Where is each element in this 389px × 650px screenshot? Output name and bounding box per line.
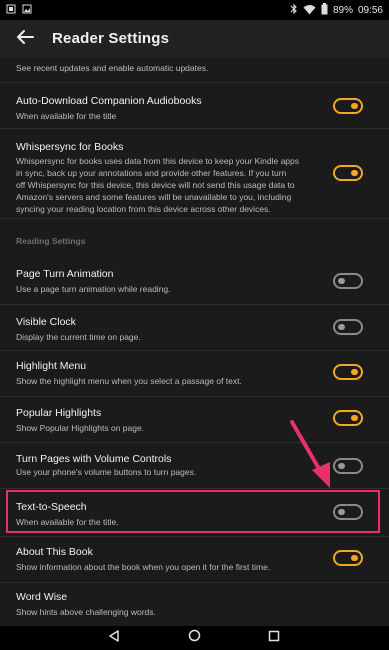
toggle-knob xyxy=(351,170,358,176)
setting-auto-download-audiobooks[interactable]: Auto-Download Companion Audiobooks When … xyxy=(0,82,389,126)
description-line: syncing your reading location from this … xyxy=(16,204,271,214)
setting-description: Show hints above challenging words. xyxy=(16,607,156,617)
whispersync-toggle[interactable] xyxy=(333,165,363,181)
wifi-icon xyxy=(303,4,316,18)
setting-word-wise[interactable]: Word Wise Show hints above challenging w… xyxy=(0,582,389,626)
setting-title: Visible Clock xyxy=(16,316,76,328)
setting-description: Show Popular Highlights on page. xyxy=(16,423,145,433)
setting-description: When available for the title xyxy=(16,111,117,121)
setting-description: Display the current time on page. xyxy=(16,332,141,342)
setting-page-turn-animation[interactable]: Page Turn Animation Use a page turn anim… xyxy=(0,260,389,304)
notification-box-icon xyxy=(6,4,16,17)
setting-description: Use a page turn animation while reading. xyxy=(16,284,171,294)
annotation-arrow-icon xyxy=(286,418,336,495)
arrow-left-icon xyxy=(16,29,34,50)
bluetooth-icon xyxy=(290,3,298,18)
toggle-knob xyxy=(338,324,345,330)
battery-percent: 89% xyxy=(332,5,353,16)
about-this-book-toggle[interactable] xyxy=(333,550,363,566)
battery-icon xyxy=(321,3,328,18)
triangle-back-icon xyxy=(108,629,120,647)
popular-highlights-toggle[interactable] xyxy=(333,410,363,426)
page-title: Reader Settings xyxy=(52,30,170,47)
toggle-knob xyxy=(351,555,358,561)
back-button[interactable] xyxy=(12,26,38,52)
visible-clock-toggle[interactable] xyxy=(333,319,363,335)
annotation-highlight-box xyxy=(6,490,380,533)
setting-title: Word Wise xyxy=(16,591,68,603)
setting-highlight-menu[interactable]: Highlight Menu Show the highlight menu w… xyxy=(0,350,389,394)
highlight-menu-toggle[interactable] xyxy=(333,364,363,380)
setting-title: Turn Pages with Volume Controls xyxy=(16,453,172,465)
nav-back-button[interactable] xyxy=(106,630,122,646)
setting-description: Use your phone's volume buttons to turn … xyxy=(16,467,197,477)
description-line: off Whispersync for this device, this de… xyxy=(16,180,295,190)
setting-title: Auto-Download Companion Audiobooks xyxy=(16,95,202,107)
setting-description: Show information about the book when you… xyxy=(16,562,271,572)
setting-title: Page Turn Animation xyxy=(16,268,114,280)
setting-title: Highlight Menu xyxy=(16,360,87,372)
toggle-knob xyxy=(338,463,345,469)
circle-home-icon xyxy=(188,629,201,647)
status-right: 89% 09:56 xyxy=(290,3,383,18)
updates-note: See recent updates and enable automatic … xyxy=(16,63,209,73)
status-bar: 89% 09:56 xyxy=(0,0,389,20)
square-recents-icon xyxy=(268,629,280,647)
setting-title: Popular Highlights xyxy=(16,407,102,419)
setting-visible-clock[interactable]: Visible Clock Display the current time o… xyxy=(0,304,389,348)
notification-image-icon xyxy=(22,4,32,17)
status-left xyxy=(6,4,32,17)
setting-title: Whispersync for Books xyxy=(16,141,124,153)
setting-about-this-book[interactable]: About This Book Show information about t… xyxy=(0,536,389,580)
section-header-reading-settings: Reading Settings xyxy=(16,236,86,246)
nav-home-button[interactable] xyxy=(186,629,202,647)
description-line: Whispersync for books uses data from thi… xyxy=(16,156,300,166)
toggle-knob xyxy=(338,278,345,284)
page-turn-animation-toggle[interactable] xyxy=(333,273,363,289)
nav-recents-button[interactable] xyxy=(266,630,282,646)
app-bar: Reader Settings xyxy=(0,20,389,58)
clock-time: 09:56 xyxy=(357,5,383,16)
setting-whispersync[interactable]: Whispersync for Books Whispersync for bo… xyxy=(0,128,389,228)
settings-list[interactable]: See recent updates and enable automatic … xyxy=(0,58,389,626)
setting-description: Show the highlight menu when you select … xyxy=(16,376,242,386)
toggle-knob xyxy=(351,369,358,375)
divider xyxy=(0,218,389,219)
description-line: Amazon's servers and some features will … xyxy=(16,192,292,202)
setting-title: About This Book xyxy=(16,546,93,558)
navigation-bar xyxy=(0,626,389,650)
screen: 89% 09:56 Reader Settings See recent upd… xyxy=(0,0,389,650)
auto-download-toggle[interactable] xyxy=(333,98,363,114)
description-line: in sync, back up your annotations and pr… xyxy=(16,168,287,178)
setting-description: Whispersync for books uses data from thi… xyxy=(16,155,316,215)
toggle-knob xyxy=(351,103,358,109)
toggle-knob xyxy=(351,415,358,421)
volume-page-turn-toggle[interactable] xyxy=(333,458,363,474)
